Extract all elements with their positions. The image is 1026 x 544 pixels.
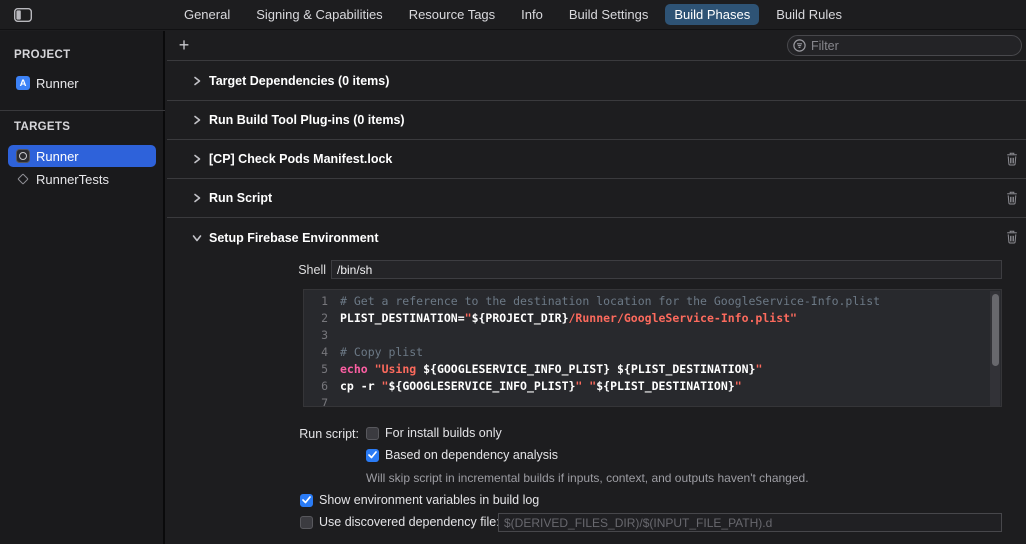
code-line: 6cp -r "${GOOGLESERVICE_INFO_PLIST}" "${… (304, 378, 1001, 395)
filter-input[interactable] (807, 39, 1021, 53)
tab-info[interactable]: Info (512, 4, 552, 25)
project-icon: A (16, 76, 30, 90)
option-for-install-builds-only: For install builds only (366, 426, 502, 440)
targets-section-header: TARGETS (14, 121, 70, 133)
code-line: 4# Copy plist (304, 344, 1001, 361)
setup-firebase-environment-details: Shell 1# Get a reference to the destinat… (167, 255, 1026, 544)
check-icon (368, 451, 377, 459)
chevron-right-icon (191, 114, 203, 126)
phase-row-run-script[interactable]: Run Script (167, 179, 1026, 218)
phase-title: Run Script (209, 191, 272, 205)
editor-scrollbar[interactable] (990, 291, 1000, 407)
option-based-on-dependency-analysis: Based on dependency analysis (366, 448, 558, 462)
chevron-right-icon (191, 75, 203, 87)
build-phases-toolbar: + (167, 31, 1026, 61)
sidebar-divider (0, 110, 165, 111)
phase-row-setup-firebase-environment[interactable]: Setup Firebase Environment (167, 218, 1026, 257)
disclosure-button[interactable] (191, 192, 205, 204)
phase-title: Setup Firebase Environment (209, 231, 378, 245)
dependency-file-input[interactable] (498, 513, 1002, 532)
delete-phase-button[interactable] (1006, 191, 1018, 205)
tab-general[interactable]: General (175, 4, 239, 25)
code-line: 1# Get a reference to the destination lo… (304, 293, 1001, 310)
delete-phase-button[interactable] (1006, 230, 1018, 244)
sidebar-item-target-runner[interactable]: Runner (8, 145, 156, 167)
check-icon (302, 496, 311, 504)
disclosure-button[interactable] (191, 153, 205, 165)
phase-title: Target Dependencies (0 items) (209, 74, 389, 88)
for-install-builds-checkbox[interactable] (366, 427, 379, 440)
shell-path-input[interactable] (331, 260, 1002, 279)
phase-row-cp-check-pods-manifest[interactable]: [CP] Check Pods Manifest.lock (167, 140, 1026, 179)
tab-build-settings[interactable]: Build Settings (560, 4, 658, 25)
filter-icon (792, 38, 807, 53)
sidebar-item-label: Runner (36, 76, 79, 91)
dependency-analysis-note: Will skip script in incremental builds i… (366, 471, 809, 485)
dependency-analysis-checkbox[interactable] (366, 449, 379, 462)
code-line: 2PLIST_DESTINATION="${PROJECT_DIR}/Runne… (304, 310, 1001, 327)
app-target-icon (16, 149, 30, 163)
build-phases-content: + Target Dependencies (0 items) (167, 31, 1026, 544)
show-env-variables-checkbox[interactable] (300, 494, 313, 507)
run-script-label: Run script: (259, 427, 359, 441)
target-editor-tabbar: General Signing & Capabilities Resource … (0, 0, 1026, 30)
option-use-discovered-dependency-file: Use discovered dependency file: (300, 515, 500, 529)
tab-resource-tags[interactable]: Resource Tags (400, 4, 504, 25)
test-target-icon (16, 172, 30, 186)
script-code-editor[interactable]: 1# Get a reference to the destination lo… (303, 289, 1002, 407)
code-line: 5echo "Using ${GOOGLESERVICE_INFO_PLIST}… (304, 361, 1001, 378)
delete-phase-button[interactable] (1006, 152, 1018, 166)
code-line: 3 (304, 327, 1001, 344)
sidebar-item-project-runner[interactable]: A Runner (8, 72, 156, 94)
phase-title: [CP] Check Pods Manifest.lock (209, 152, 392, 166)
disclosure-button[interactable] (191, 114, 205, 126)
option-show-environment-variables: Show environment variables in build log (300, 493, 539, 507)
project-targets-sidebar: PROJECT A Runner TARGETS Runner RunnerTe… (0, 31, 165, 544)
tab-group: General Signing & Capabilities Resource … (0, 4, 1026, 25)
disclosure-button[interactable] (191, 75, 205, 87)
xcode-build-phases-window: General Signing & Capabilities Resource … (0, 0, 1026, 544)
sidebar-item-label: RunnerTests (36, 172, 109, 187)
phase-row-run-build-tool-plugins[interactable]: Run Build Tool Plug-ins (0 items) (167, 101, 1026, 140)
tab-signing-capabilities[interactable]: Signing & Capabilities (247, 4, 391, 25)
trash-icon (1006, 152, 1018, 166)
sidebar-item-target-runnertests[interactable]: RunnerTests (8, 168, 156, 190)
tab-build-phases[interactable]: Build Phases (665, 4, 759, 25)
trash-icon (1006, 191, 1018, 205)
dependency-file-checkbox[interactable] (300, 516, 313, 529)
checkbox-label: Based on dependency analysis (385, 448, 558, 462)
checkbox-label: Show environment variables in build log (319, 493, 539, 507)
phase-row-target-dependencies[interactable]: Target Dependencies (0 items) (167, 62, 1026, 101)
disclosure-button[interactable] (191, 232, 205, 244)
add-build-phase-button[interactable]: + (173, 34, 195, 56)
sidebar-item-label: Runner (36, 149, 79, 164)
project-section-header: PROJECT (14, 49, 70, 61)
chevron-right-icon (191, 192, 203, 204)
tab-build-rules[interactable]: Build Rules (767, 4, 851, 25)
code-line: 7 (304, 395, 1001, 407)
filter-field[interactable] (787, 35, 1022, 56)
checkbox-label: For install builds only (385, 426, 502, 440)
checkbox-label: Use discovered dependency file: (319, 515, 500, 529)
sidebar-toggle-button[interactable] (13, 6, 33, 23)
trash-icon (1006, 230, 1018, 244)
phase-title: Run Build Tool Plug-ins (0 items) (209, 113, 405, 127)
chevron-down-icon (191, 232, 203, 244)
editor-scrollbar-thumb[interactable] (992, 294, 999, 366)
sidebar-toggle-icon (14, 8, 32, 22)
chevron-right-icon (191, 153, 203, 165)
shell-label: Shell (167, 263, 326, 277)
code-lines: 1# Get a reference to the destination lo… (304, 293, 1001, 407)
